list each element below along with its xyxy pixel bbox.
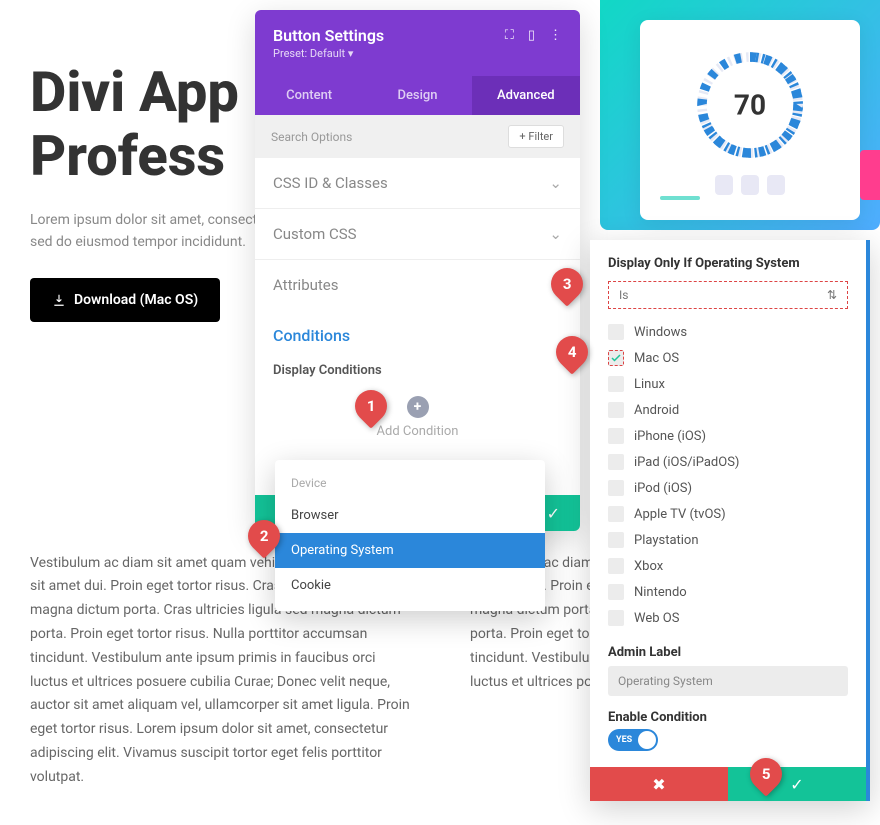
opt-webos[interactable]: Web OS	[608, 605, 848, 631]
preset-label[interactable]: Preset: Default ▾	[273, 47, 562, 60]
opt-android-label: Android	[634, 403, 679, 418]
tab-design[interactable]: Design	[363, 76, 471, 115]
device-menu-os[interactable]: Operating System	[275, 533, 545, 568]
gauge: 70	[690, 45, 810, 165]
gauge-bars	[715, 175, 785, 195]
panel-tabs: Content Design Advanced	[255, 76, 580, 115]
search-bar: Search Options + Filter	[255, 115, 580, 158]
opt-ps-label: Playstation	[634, 533, 699, 548]
responsive-icon[interactable]: ▯	[528, 28, 535, 43]
opt-android[interactable]: Android	[608, 397, 848, 423]
tab-advanced[interactable]: Advanced	[472, 76, 580, 115]
display-conditions-label: Display Conditions	[273, 363, 562, 378]
enable-condition-label: Enable Condition	[608, 710, 848, 725]
opt-ipod[interactable]: iPod (iOS)	[608, 475, 848, 501]
toggle-yes-label: YES	[610, 735, 638, 745]
download-label: Download (Mac OS)	[74, 292, 198, 308]
chevron-down-icon: ⌄	[549, 174, 562, 192]
section-attributes-label: Attributes	[273, 276, 339, 294]
opt-ipad-label: iPad (iOS/iPadOS)	[634, 455, 739, 470]
device-menu-header: Device	[275, 468, 545, 498]
opt-ipod-label: iPod (iOS)	[634, 481, 692, 496]
section-custom-css[interactable]: Custom CSS ⌄	[255, 209, 580, 260]
add-condition-area: + Add Condition	[273, 396, 562, 439]
gauge-value: 70	[734, 89, 766, 122]
opt-appletv[interactable]: Apple TV (tvOS)	[608, 501, 848, 527]
opt-windows[interactable]: Windows	[608, 319, 848, 345]
opt-iphone-label: iPhone (iOS)	[634, 429, 706, 444]
opt-macos[interactable]: Mac OS	[608, 345, 848, 371]
select-arrows-icon: ⇅	[827, 288, 837, 302]
gauge-card: 70	[640, 20, 860, 220]
opt-ps[interactable]: Playstation	[608, 527, 848, 553]
opt-linux[interactable]: Linux	[608, 371, 848, 397]
add-condition-label: Add Condition	[273, 424, 562, 439]
condition-title: Display Only If Operating System	[608, 256, 848, 271]
download-button[interactable]: Download (Mac OS)	[30, 278, 220, 322]
hero-title-l2: Profess	[30, 123, 225, 189]
enable-condition-toggle[interactable]: YES	[608, 729, 658, 751]
conditions-title: Conditions	[273, 326, 562, 345]
device-menu-cookie[interactable]: Cookie	[275, 568, 545, 603]
menu-icon[interactable]: ⋮	[549, 28, 562, 43]
opt-nintendo-label: Nintendo	[634, 585, 687, 600]
opt-xbox[interactable]: Xbox	[608, 553, 848, 579]
section-attributes[interactable]: Attributes	[255, 260, 580, 310]
opt-macos-label: Mac OS	[634, 351, 679, 366]
tab-content[interactable]: Content	[255, 76, 363, 115]
operator-value: Is	[619, 288, 628, 302]
opt-iphone[interactable]: iPhone (iOS)	[608, 423, 848, 449]
settings-panel: Button Settings ⛶ ▯ ⋮ Preset: Default ▾ …	[255, 10, 580, 531]
section-custom-css-label: Custom CSS	[273, 225, 357, 243]
opt-ipad[interactable]: iPad (iOS/iPadOS)	[608, 449, 848, 475]
opt-windows-label: Windows	[634, 325, 687, 340]
opt-linux-label: Linux	[634, 377, 665, 392]
chevron-down-icon: ⌄	[549, 225, 562, 243]
section-css-id-label: CSS ID & Classes	[273, 174, 388, 192]
gauge-accent-line	[660, 196, 700, 200]
search-input[interactable]: Search Options	[271, 130, 352, 144]
cancel-button[interactable]: ✖	[590, 767, 728, 801]
condition-footer: ✖ ✓	[590, 767, 866, 801]
pink-decor	[860, 150, 880, 200]
conditions-section: Conditions Display Conditions + Add Cond…	[255, 310, 580, 455]
section-css-id[interactable]: CSS ID & Classes ⌄	[255, 158, 580, 209]
opt-webos-label: Web OS	[634, 611, 679, 626]
toggle-knob	[638, 731, 656, 749]
admin-label-title: Admin Label	[608, 645, 848, 660]
add-condition-button[interactable]: +	[407, 396, 429, 418]
opt-xbox-label: Xbox	[634, 559, 663, 574]
admin-label-input[interactable]: Operating System	[608, 666, 848, 696]
check-icon[interactable]: ✓	[547, 504, 560, 523]
condition-panel: Display Only If Operating System Is ⇅ Wi…	[590, 240, 870, 801]
operator-select[interactable]: Is ⇅	[608, 281, 848, 309]
device-menu: Device Browser Operating System Cookie	[275, 460, 545, 611]
device-menu-browser[interactable]: Browser	[275, 498, 545, 533]
panel-title: Button Settings	[273, 26, 384, 45]
download-icon	[52, 293, 66, 307]
opt-appletv-label: Apple TV (tvOS)	[634, 507, 726, 522]
panel-header: Button Settings ⛶ ▯ ⋮ Preset: Default ▾	[255, 10, 580, 76]
opt-nintendo[interactable]: Nintendo	[608, 579, 848, 605]
filter-button[interactable]: + Filter	[508, 125, 564, 148]
expand-icon[interactable]: ⛶	[505, 28, 514, 43]
hero-title-l1: Divi App	[30, 59, 239, 125]
filter-label: Filter	[528, 130, 553, 143]
enable-condition-row: Enable Condition YES	[608, 710, 848, 751]
